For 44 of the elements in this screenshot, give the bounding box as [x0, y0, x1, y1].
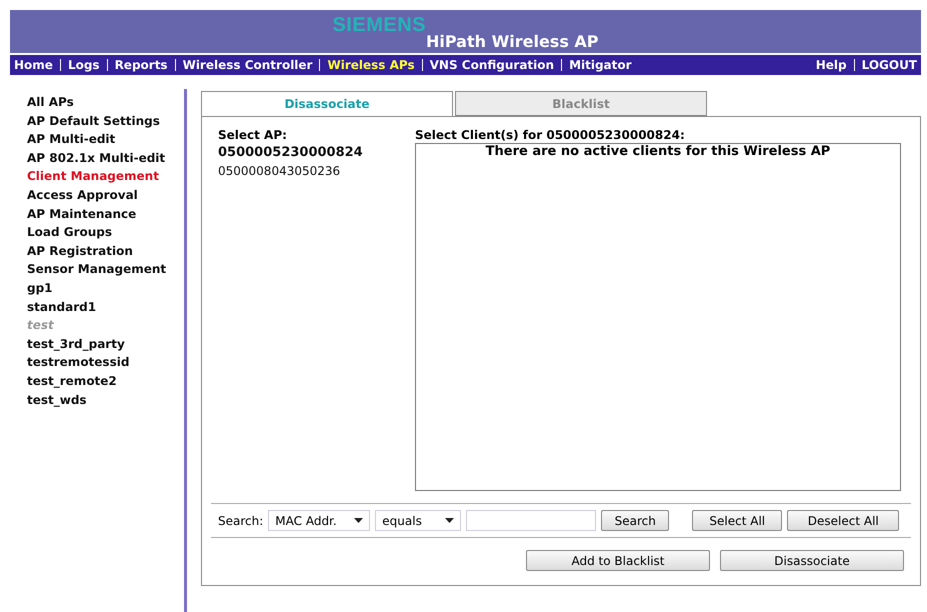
client-list[interactable]: There are no active clients for this Wireless AP: [415, 143, 901, 491]
nav-link[interactable]: Logs: [68, 58, 100, 72]
add-to-blacklist-button[interactable]: Add to Blacklist: [526, 550, 710, 571]
caret-icon: [354, 518, 364, 523]
sidebar-item[interactable]: AP Maintenance: [27, 204, 184, 224]
sidebar-item[interactable]: Sensor Management: [27, 260, 184, 279]
sidebar-item[interactable]: test_wds: [27, 390, 184, 410]
sidebar-item[interactable]: AP Multi-edit: [27, 130, 184, 149]
nav-link[interactable]: Mitigator: [569, 58, 632, 72]
empty-message: There are no active clients for this Wireless AP: [486, 144, 830, 161]
ap-item[interactable]: 0500005230000824: [218, 143, 415, 162]
search-field[interactable]: [466, 510, 596, 531]
sidebar-item[interactable]: testremotessid: [27, 353, 184, 372]
sidebar-item[interactable]: All APs: [27, 93, 184, 112]
brand-logo: SIEMENS: [332, 14, 426, 37]
nav-link[interactable]: Reports: [114, 58, 168, 72]
clients-label: Select Client(s) for 0500005230000824:: [415, 127, 686, 143]
sidebar-item[interactable]: AP Registration: [27, 242, 184, 260]
search-label: Search:: [218, 514, 264, 528]
sidebar-item[interactable]: AP 802.1x Multi-edit: [27, 148, 184, 168]
nav-link[interactable]: LOGOUT: [862, 58, 917, 72]
nav-link[interactable]: Wireless Controller: [182, 58, 312, 72]
product-title: HiPath Wireless AP: [426, 32, 599, 51]
caret-icon: [445, 518, 454, 523]
deselect-all-button[interactable]: Deselect All: [787, 510, 900, 531]
ap-label: Select AP:: [218, 127, 288, 143]
sidebar-item[interactable]: Client Management: [27, 167, 184, 186]
ap-item[interactable]: 0500008043050236: [218, 162, 415, 181]
sidebar-item[interactable]: AP Default Settings: [27, 112, 184, 130]
sidebar-item[interactable]: gp1: [27, 278, 184, 298]
search-button[interactable]: Search: [601, 510, 670, 531]
sidebar-item[interactable]: Access Approval: [27, 186, 184, 205]
nav-link[interactable]: VNS Configuration: [430, 58, 554, 72]
sidebar-item[interactable]: test_remote2: [27, 372, 184, 390]
operator-dropdown[interactable]: equals: [375, 510, 462, 531]
nav-link[interactable]: Wireless APs: [327, 58, 415, 72]
sidebar-item[interactable]: standard1: [27, 298, 184, 316]
field-dropdown[interactable]: MAC Addr.: [268, 510, 370, 531]
nav-link[interactable]: Home: [14, 58, 53, 72]
sidebar-item[interactable]: test_3rd_party: [27, 334, 184, 354]
select-all-button[interactable]: Select All: [692, 510, 782, 531]
sidebar-item[interactable]: Load Groups: [27, 223, 184, 242]
nav-link[interactable]: Help: [816, 58, 847, 72]
disassociate-button[interactable]: Disassociate: [720, 550, 904, 571]
